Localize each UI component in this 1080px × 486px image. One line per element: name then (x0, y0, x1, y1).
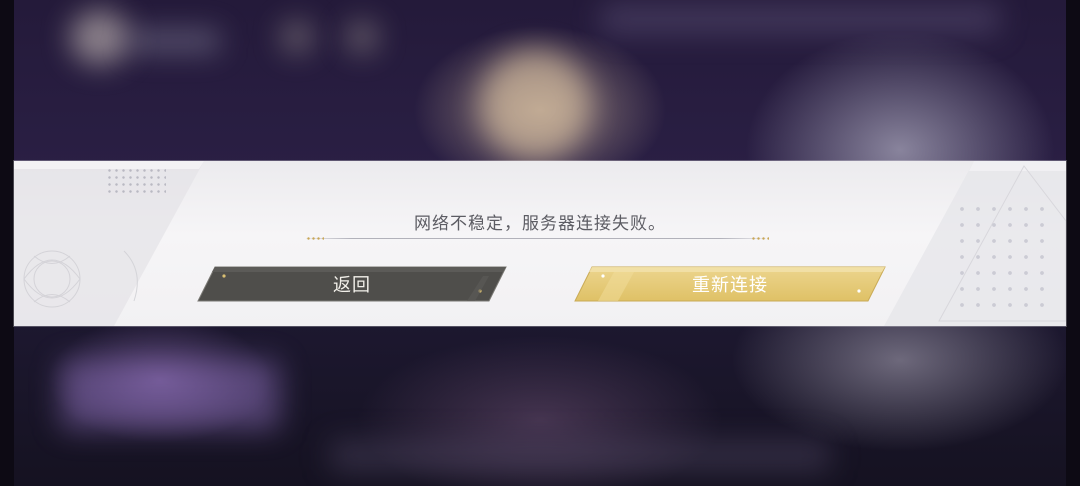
error-message: 网络不稳定，服务器连接失败。 (414, 214, 666, 234)
reconnect-button-label: 重新连接 (692, 275, 768, 296)
connection-error-dialog: 网络不稳定，服务器连接失败。 返回 重新连接 (14, 161, 1066, 326)
blurred-avatar (70, 10, 130, 65)
back-button[interactable]: 返回 (197, 266, 507, 302)
blurred-card (60, 360, 280, 430)
blurred-top-icon (345, 20, 379, 54)
back-button-label: 返回 (333, 275, 371, 296)
blurred-top-bar (600, 4, 1000, 34)
blurred-character (480, 50, 590, 160)
divider-ornament (751, 237, 769, 240)
left-edge-shade (0, 0, 14, 486)
reconnect-button[interactable]: 重新连接 (574, 266, 886, 302)
blurred-bottom-bar (330, 440, 830, 472)
message-divider (306, 238, 766, 239)
dot-pattern (106, 167, 166, 197)
dialog-decoration (14, 161, 1066, 326)
blurred-top-icon (280, 20, 314, 54)
game-screen: 网络不稳定，服务器连接失败。 返回 重新连接 (0, 0, 1080, 486)
blurred-player-name (130, 30, 220, 52)
divider-ornament (306, 237, 324, 240)
right-edge-shade (1066, 0, 1080, 486)
